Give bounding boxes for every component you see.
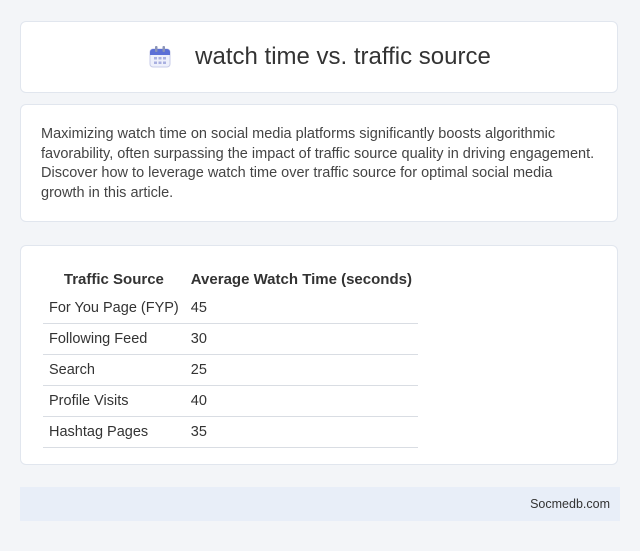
- traffic-source-cell: Search: [43, 354, 185, 386]
- intro-card: Maximizing watch time on social media pl…: [20, 104, 618, 222]
- footer: Socmedb.com: [20, 487, 620, 521]
- watch-time-cell: 30: [184, 323, 418, 355]
- table-row: For You Page (FYP) 45: [43, 293, 418, 324]
- title-card: watch time vs. traffic source: [20, 21, 618, 93]
- data-table: Traffic Source Average Watch Time (secon…: [43, 265, 418, 448]
- table-row: Profile Visits 40: [43, 385, 418, 417]
- traffic-source-cell: Profile Visits: [43, 385, 185, 417]
- watch-time-cell: 45: [184, 293, 418, 324]
- watch-time-cell: 35: [184, 416, 418, 448]
- footer-site-link[interactable]: Socmedb.com: [530, 497, 610, 511]
- page-title: watch time vs. traffic source: [195, 43, 491, 70]
- traffic-source-cell: Following Feed: [43, 323, 185, 355]
- calendar-icon: [147, 44, 173, 70]
- table-card: Traffic Source Average Watch Time (secon…: [20, 245, 618, 465]
- intro-paragraph: Maximizing watch time on social media pl…: [41, 126, 595, 201]
- traffic-source-cell: For You Page (FYP): [43, 293, 185, 324]
- column-header-traffic-source: Traffic Source: [63, 270, 164, 288]
- traffic-source-cell: Hashtag Pages: [43, 416, 185, 448]
- column-header-average-watch-time: Average Watch Time (seconds): [190, 270, 412, 288]
- table-row: Search 25: [43, 354, 418, 386]
- watch-time-cell: 25: [184, 354, 418, 386]
- table-header-row: Traffic Source Average Watch Time (secon…: [43, 265, 418, 293]
- watch-time-cell: 40: [184, 385, 418, 417]
- table-row: Hashtag Pages 35: [43, 416, 418, 448]
- table-row: Following Feed 30: [43, 323, 418, 355]
